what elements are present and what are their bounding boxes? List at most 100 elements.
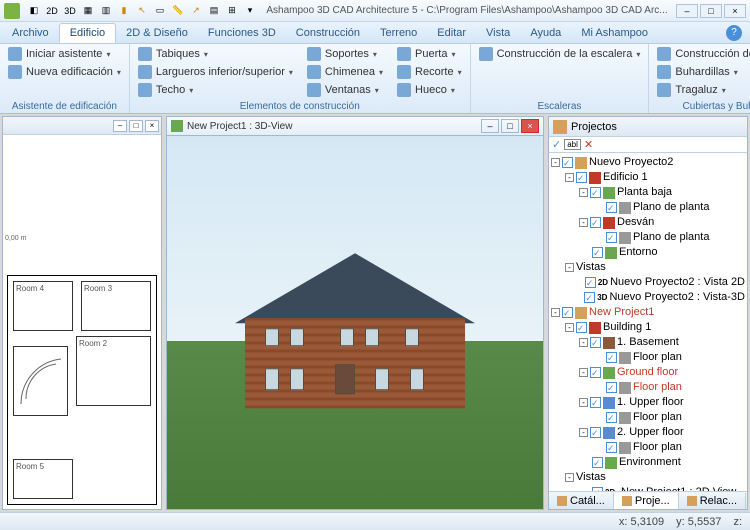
- qat-btn[interactable]: ↖: [134, 3, 150, 19]
- ribbon-button[interactable]: Construcción de la escalera▾: [477, 46, 643, 62]
- menu-tab-archivo[interactable]: Archivo: [2, 24, 59, 42]
- check-icon[interactable]: ✓: [552, 138, 561, 151]
- panel-tab[interactable]: Catál...: [549, 493, 614, 509]
- ribbon-button[interactable]: Recorte▾: [395, 64, 464, 80]
- ribbon-button[interactable]: Tragaluz▾: [655, 82, 750, 98]
- expand-icon[interactable]: -: [579, 428, 588, 437]
- checkbox[interactable]: [576, 172, 587, 183]
- expand-icon[interactable]: -: [579, 338, 588, 347]
- ribbon-button[interactable]: Soportes▾: [305, 46, 385, 62]
- help-icon[interactable]: ?: [726, 25, 742, 41]
- close-button[interactable]: ×: [724, 4, 746, 18]
- expand-icon[interactable]: -: [579, 188, 588, 197]
- tree-node[interactable]: Environment: [551, 455, 745, 470]
- expand-icon[interactable]: -: [551, 158, 560, 167]
- tree-node[interactable]: Floor plan: [551, 440, 745, 455]
- checkbox[interactable]: [606, 382, 617, 393]
- project-tree[interactable]: -Nuevo Proyecto2-Edificio 1-Planta baja P…: [549, 153, 747, 491]
- ribbon-button[interactable]: Hueco▾: [395, 82, 464, 98]
- checkbox[interactable]: [590, 187, 601, 198]
- ribbon-button[interactable]: Construcción de cubiertas▾: [655, 46, 750, 62]
- tree-node[interactable]: Entorno: [551, 245, 745, 260]
- tree-node[interactable]: -1. Upper floor: [551, 395, 745, 410]
- qat-btn[interactable]: ⊞: [224, 3, 240, 19]
- menu-tab-2d-dise-o[interactable]: 2D & Diseño: [116, 24, 198, 42]
- tree-node[interactable]: Floor plan: [551, 410, 745, 425]
- tree-node[interactable]: -2. Upper floor: [551, 425, 745, 440]
- qat-dropdown[interactable]: ▾: [242, 3, 258, 19]
- expand-icon[interactable]: -: [565, 323, 574, 332]
- checkbox[interactable]: [592, 247, 603, 258]
- ribbon-button[interactable]: Puerta▾: [395, 46, 464, 62]
- checkbox[interactable]: [590, 397, 601, 408]
- tree-node[interactable]: -Nuevo Proyecto2: [551, 155, 745, 170]
- tree-node[interactable]: Floor plan: [551, 380, 745, 395]
- checkbox[interactable]: [606, 352, 617, 363]
- qat-btn[interactable]: ▮: [116, 3, 132, 19]
- tree-node[interactable]: -Desván: [551, 215, 745, 230]
- floorplan-2d[interactable]: 0,00 m Room 4 Room 3 Room 2 Room 5: [3, 135, 161, 509]
- expand-icon[interactable]: -: [579, 398, 588, 407]
- expand-icon[interactable]: -: [565, 263, 574, 272]
- menu-tab-vista[interactable]: Vista: [476, 24, 520, 42]
- checkbox[interactable]: [590, 217, 601, 228]
- tree-node[interactable]: -1. Basement: [551, 335, 745, 350]
- checkbox[interactable]: [590, 367, 601, 378]
- qat-btn[interactable]: 📏: [170, 3, 186, 19]
- checkbox[interactable]: [592, 487, 603, 491]
- viewport-close-button[interactable]: ×: [521, 119, 539, 133]
- ribbon-button[interactable]: Tabiques▾: [136, 46, 295, 62]
- viewport-min-button[interactable]: –: [481, 119, 499, 133]
- menu-tab-ayuda[interactable]: Ayuda: [520, 24, 571, 42]
- checkbox[interactable]: [606, 232, 617, 243]
- panel-max-button[interactable]: □: [129, 120, 143, 132]
- checkbox[interactable]: [590, 337, 601, 348]
- tree-node[interactable]: Plano de planta: [551, 230, 745, 245]
- minimize-button[interactable]: –: [676, 4, 698, 18]
- qat-btn[interactable]: ▦: [80, 3, 96, 19]
- qat-btn[interactable]: 3D: [62, 3, 78, 19]
- rename-icon[interactable]: abl: [564, 139, 581, 150]
- ribbon-button[interactable]: Buhardillas▾: [655, 64, 750, 80]
- ribbon-button[interactable]: Techo▾: [136, 82, 295, 98]
- tree-node[interactable]: -Ground floor: [551, 365, 745, 380]
- tree-node[interactable]: -Planta baja: [551, 185, 745, 200]
- tree-node[interactable]: -Vistas: [551, 260, 745, 275]
- qat-btn[interactable]: 2D: [44, 3, 60, 19]
- qat-btn[interactable]: ↗: [188, 3, 204, 19]
- expand-icon[interactable]: -: [565, 173, 574, 182]
- tree-node[interactable]: 2DNuevo Proyecto2 : Vista 2D: [551, 275, 745, 290]
- tree-node[interactable]: -Building 1: [551, 320, 745, 335]
- render-canvas[interactable]: [166, 136, 544, 510]
- tree-node[interactable]: Floor plan: [551, 350, 745, 365]
- checkbox[interactable]: [585, 277, 596, 288]
- tree-node[interactable]: -Edificio 1: [551, 170, 745, 185]
- qat-btn[interactable]: ▥: [98, 3, 114, 19]
- checkbox[interactable]: [592, 457, 603, 468]
- panel-tab[interactable]: Proje...: [614, 493, 679, 509]
- menu-tab-construcci-n[interactable]: Construcción: [286, 24, 370, 42]
- delete-icon[interactable]: ✕: [584, 138, 593, 151]
- ribbon-button[interactable]: Largueros inferior/superior▾: [136, 64, 295, 80]
- panel-min-button[interactable]: –: [113, 120, 127, 132]
- expand-icon[interactable]: -: [551, 308, 560, 317]
- menu-tab-mi-ashampoo[interactable]: Mi Ashampoo: [571, 24, 658, 42]
- ribbon-button[interactable]: Nueva edificación▾: [6, 64, 123, 80]
- maximize-button[interactable]: □: [700, 4, 722, 18]
- ribbon-button[interactable]: Iniciar asistente▾: [6, 46, 123, 62]
- menu-tab-funciones-3d[interactable]: Funciones 3D: [198, 24, 286, 42]
- viewport-max-button[interactable]: □: [501, 119, 519, 133]
- checkbox[interactable]: [584, 292, 595, 303]
- expand-icon[interactable]: -: [579, 218, 588, 227]
- expand-icon[interactable]: -: [579, 368, 588, 377]
- ribbon-button[interactable]: Ventanas▾: [305, 82, 385, 98]
- menu-tab-edificio[interactable]: Edificio: [59, 23, 116, 43]
- panel-close-button[interactable]: ×: [145, 120, 159, 132]
- menu-tab-terreno[interactable]: Terreno: [370, 24, 427, 42]
- tree-node[interactable]: 3DNuevo Proyecto2 : Vista-3D: [551, 290, 745, 305]
- checkbox[interactable]: [562, 307, 573, 318]
- checkbox[interactable]: [562, 157, 573, 168]
- checkbox[interactable]: [590, 427, 601, 438]
- panel-tab[interactable]: Relac...: [679, 493, 746, 509]
- tree-node[interactable]: -Vistas: [551, 470, 745, 485]
